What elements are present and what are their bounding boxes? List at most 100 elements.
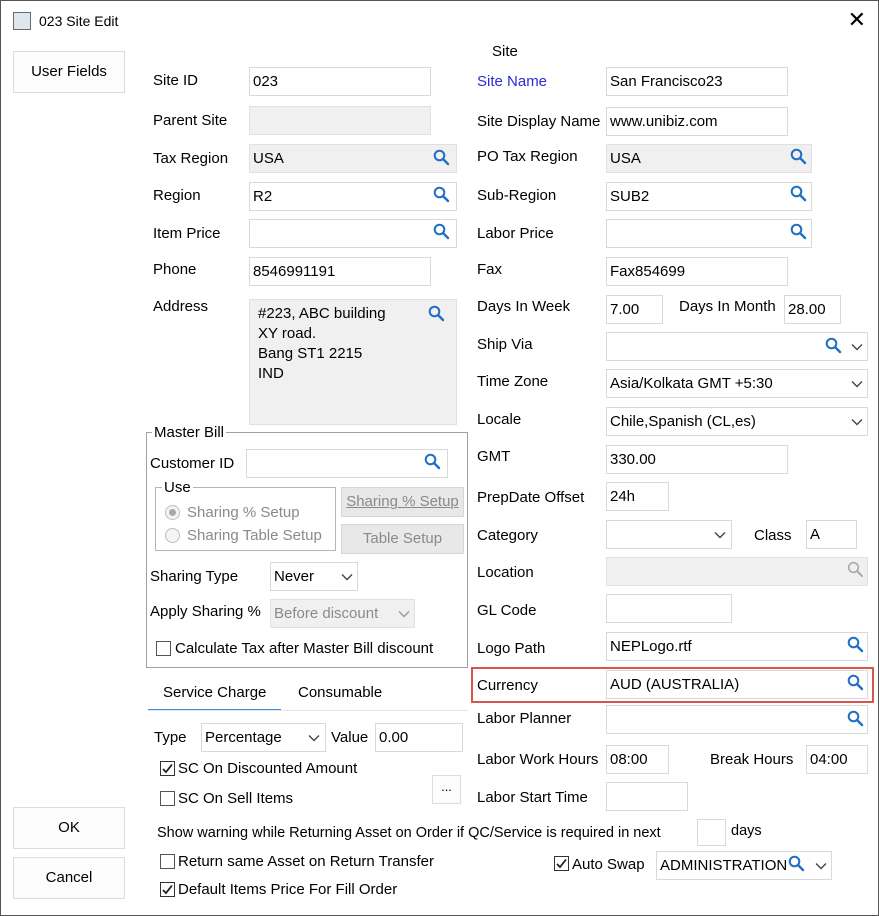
address-line: Bang ST1 2215: [258, 345, 363, 362]
sc-ellipsis-button[interactable]: ...: [432, 775, 461, 804]
sc-type-value: Percentage: [205, 729, 282, 746]
labor-work-hours-field[interactable]: 08:00: [606, 745, 669, 774]
gmt-field[interactable]: 330.00: [606, 445, 788, 474]
window-title: 023 Site Edit: [39, 13, 119, 29]
site-name-field[interactable]: San Francisco23: [606, 67, 788, 96]
logo-path-search-icon[interactable]: [847, 636, 864, 653]
tab-consumable[interactable]: Consumable: [298, 684, 382, 701]
logo-path-field[interactable]: NEPLogo.rtf: [606, 632, 868, 661]
days-in-week-field[interactable]: 7.00: [606, 295, 663, 324]
return-same-asset-checkbox[interactable]: [160, 854, 175, 869]
auto-swap-select[interactable]: ADMINISTRATION: [656, 851, 832, 880]
region-field[interactable]: R2: [249, 182, 457, 211]
location-label: Location: [477, 564, 534, 581]
sharing-pct-radio-label: Sharing % Setup: [187, 504, 300, 521]
sharing-type-value: Never: [274, 568, 315, 585]
sc-type-label: Type: [154, 729, 187, 746]
site-name-label: Site Name: [477, 73, 548, 90]
days-in-week-label: Days In Week: [477, 298, 571, 315]
gl-code-field[interactable]: [606, 594, 732, 623]
region-label: Region: [153, 187, 201, 204]
category-chevron-down-icon[interactable]: [714, 529, 726, 541]
return-warning-days-field[interactable]: [697, 819, 726, 846]
sharing-type-label: Sharing Type: [150, 568, 239, 585]
prepdate-offset-label: PrepDate Offset: [477, 489, 585, 506]
cancel-button[interactable]: Cancel: [13, 857, 125, 899]
site-id-field[interactable]: 023: [249, 67, 431, 96]
item-price-field[interactable]: [249, 219, 457, 248]
close-icon[interactable]: ✕: [848, 7, 866, 33]
time-zone-chevron-down-icon[interactable]: [851, 378, 863, 390]
user-fields-button[interactable]: User Fields: [13, 51, 125, 93]
sub-region-label: Sub-Region: [477, 187, 557, 204]
class-field[interactable]: A: [806, 520, 857, 549]
tax-region-field[interactable]: USA: [249, 144, 457, 173]
item-price-search-icon[interactable]: [433, 223, 450, 240]
fax-label: Fax: [477, 261, 503, 278]
ok-label: OK: [58, 819, 80, 836]
time-zone-select[interactable]: Asia/Kolkata GMT +5:30: [606, 369, 868, 398]
po-tax-region-label: PO Tax Region: [477, 148, 578, 165]
customer-id-field[interactable]: [246, 449, 448, 478]
po-tax-region-search-icon[interactable]: [790, 148, 807, 165]
sc-value-label: Value: [331, 729, 369, 746]
labor-planner-field[interactable]: [606, 705, 868, 734]
ok-button[interactable]: OK: [13, 807, 125, 849]
sc-sell-items-checkbox[interactable]: [160, 791, 175, 806]
ship-via-chevron-down-icon[interactable]: [851, 341, 863, 353]
customer-id-search-icon[interactable]: [424, 453, 441, 470]
labor-start-time-field[interactable]: [606, 782, 688, 811]
region-search-icon[interactable]: [433, 186, 450, 203]
default-items-price-checkbox[interactable]: [160, 882, 175, 897]
sharing-pct-radio[interactable]: [165, 505, 180, 520]
currency-search-icon[interactable]: [847, 674, 864, 691]
break-hours-field[interactable]: 04:00: [806, 745, 868, 774]
labor-start-time-label: Labor Start Time: [477, 789, 588, 806]
currency-label: Currency: [477, 677, 538, 694]
break-hours-label: Break Hours: [710, 751, 794, 768]
sharing-table-radio[interactable]: [165, 528, 180, 543]
sc-value-field[interactable]: 0.00: [375, 723, 463, 752]
tab-service-charge[interactable]: Service Charge: [163, 684, 266, 701]
address-line: #223, ABC building: [258, 305, 386, 322]
labor-planner-label: Labor Planner: [477, 710, 572, 727]
locale-label: Locale: [477, 411, 522, 428]
labor-price-search-icon[interactable]: [790, 223, 807, 240]
po-tax-region-field[interactable]: USA: [606, 144, 812, 173]
address-search-icon[interactable]: [428, 305, 445, 322]
location-field: [606, 557, 868, 586]
labor-price-label: Labor Price: [477, 225, 554, 242]
sharing-pct-setup-button[interactable]: Sharing % Setup: [341, 487, 464, 517]
labor-work-hours-label: Labor Work Hours: [477, 751, 599, 768]
sub-region-search-icon[interactable]: [790, 185, 807, 202]
return-same-asset-label: Return same Asset on Return Transfer: [178, 853, 434, 870]
sc-type-chevron-down-icon[interactable]: [308, 732, 320, 744]
locale-select[interactable]: Chile,Spanish (CL,es): [606, 407, 868, 436]
labor-planner-search-icon[interactable]: [847, 710, 864, 727]
customer-id-label: Customer ID: [150, 455, 235, 472]
site-edit-dialog: 023 Site Edit ✕ User Fields OK Cancel Si…: [0, 0, 879, 916]
prepdate-offset-field[interactable]: 24h: [606, 482, 669, 511]
auto-swap-checkbox[interactable]: [554, 856, 569, 871]
sharing-type-chevron-down-icon[interactable]: [341, 571, 353, 583]
calc-tax-checkbox[interactable]: [156, 641, 171, 656]
return-warning-text: Show warning while Returning Asset on Or…: [157, 825, 661, 841]
currency-field[interactable]: AUD (AUSTRALIA): [606, 670, 868, 699]
sub-region-field[interactable]: SUB2: [606, 182, 812, 211]
auto-swap-search-icon[interactable]: [788, 855, 805, 872]
locale-chevron-down-icon[interactable]: [851, 416, 863, 428]
labor-price-field[interactable]: [606, 219, 812, 248]
site-display-name-field[interactable]: www.unibiz.com: [606, 107, 788, 136]
sc-discounted-checkbox[interactable]: [160, 761, 175, 776]
ship-via-search-icon[interactable]: [825, 337, 842, 354]
fax-field[interactable]: Fax854699: [606, 257, 788, 286]
tax-region-label: Tax Region: [153, 150, 229, 167]
auto-swap-chevron-down-icon[interactable]: [815, 860, 827, 872]
table-setup-button[interactable]: Table Setup: [341, 524, 464, 554]
address-field[interactable]: #223, ABC building XY road. Bang ST1 221…: [249, 299, 457, 425]
auto-swap-label: Auto Swap: [572, 856, 645, 873]
parent-site-field: [249, 106, 431, 135]
phone-field[interactable]: 8546991191: [249, 257, 431, 286]
days-in-month-field[interactable]: 28.00: [784, 295, 841, 324]
tax-region-search-icon[interactable]: [433, 149, 450, 166]
